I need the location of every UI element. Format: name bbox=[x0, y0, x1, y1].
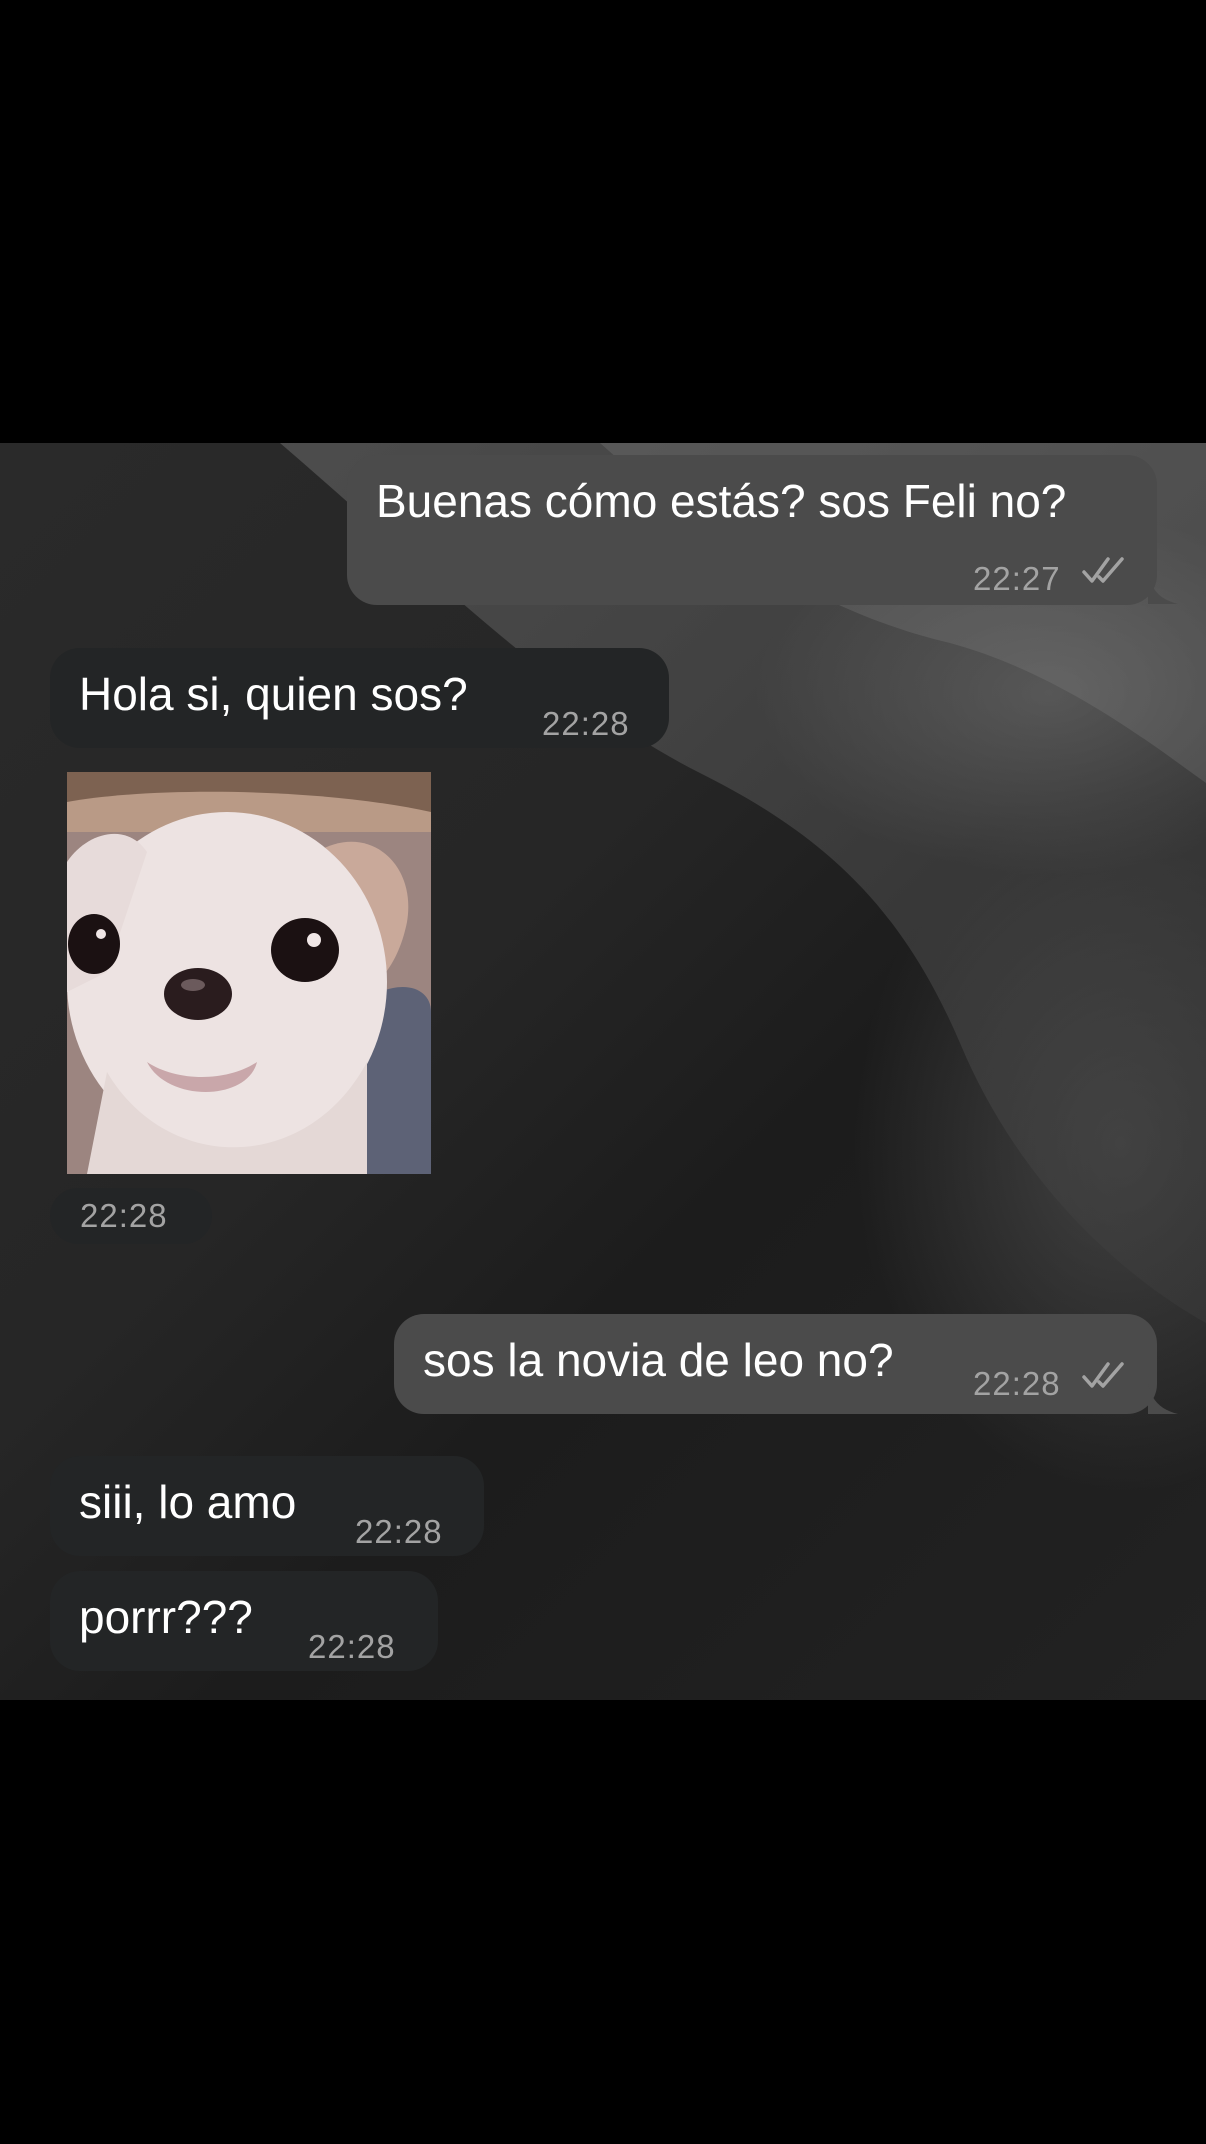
message-text: siii, lo amo bbox=[79, 1476, 297, 1528]
message-text: Buenas cómo estás? sos Feli no? bbox=[376, 475, 1067, 527]
bubble-tail bbox=[1148, 574, 1178, 604]
letterbox-bottom bbox=[0, 1700, 1206, 2144]
bubble-tail bbox=[1148, 1384, 1178, 1414]
message-timestamp: 22:28 bbox=[308, 1628, 396, 1665]
message-timestamp: 22:28 bbox=[355, 1513, 443, 1550]
sticker-timestamp-pill: 22:28 bbox=[50, 1188, 212, 1244]
message-timestamp: 22:27 bbox=[973, 560, 1061, 597]
chihuahua-image bbox=[67, 772, 431, 1174]
message-timestamp: 22:28 bbox=[80, 1197, 168, 1234]
message-text: Hola si, quien sos? bbox=[79, 668, 468, 720]
message-text: porrr??? bbox=[79, 1591, 253, 1643]
message-text: sos la novia de leo no? bbox=[423, 1334, 894, 1386]
outgoing-message-bubble[interactable]: sos la novia de leo no? 22:28 bbox=[394, 1314, 1157, 1414]
chat-area[interactable]: Buenas cómo estás? sos Feli no? 22:27 Ho… bbox=[0, 443, 1206, 1700]
double-check-icon bbox=[1082, 557, 1124, 583]
chihuahua-sticker[interactable] bbox=[67, 772, 431, 1174]
letterbox-top bbox=[0, 0, 1206, 443]
incoming-message-bubble[interactable]: siii, lo amo 22:28 bbox=[50, 1456, 484, 1556]
message-timestamp: 22:28 bbox=[973, 1365, 1061, 1402]
incoming-message-bubble[interactable]: porrr??? 22:28 bbox=[50, 1571, 438, 1671]
double-check-icon bbox=[1082, 1362, 1124, 1388]
outgoing-message-bubble[interactable]: Buenas cómo estás? sos Feli no? 22:27 bbox=[347, 455, 1157, 605]
message-timestamp: 22:28 bbox=[542, 705, 630, 742]
incoming-message-bubble[interactable]: Hola si, quien sos? 22:28 bbox=[50, 648, 669, 748]
